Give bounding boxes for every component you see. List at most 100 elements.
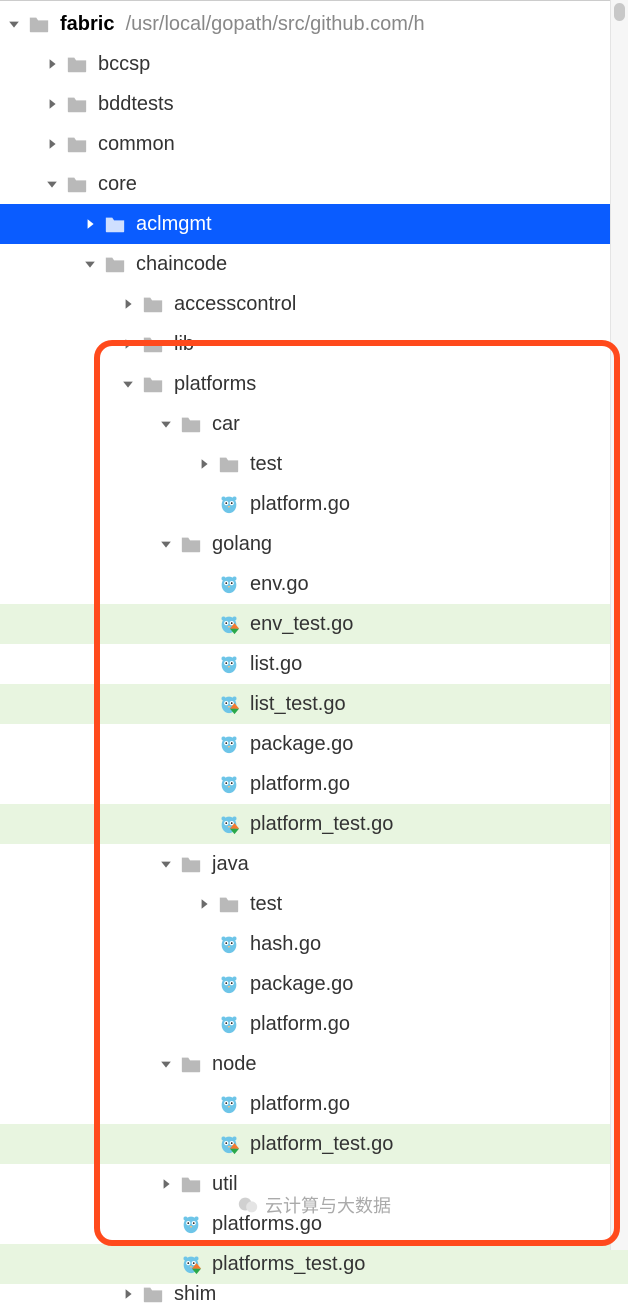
tree-item-label: list_test.go bbox=[250, 693, 346, 716]
tree-item-label: platforms bbox=[174, 373, 256, 396]
tree-item-label: lib bbox=[174, 333, 194, 356]
tree-row[interactable]: test bbox=[0, 884, 628, 924]
chevron-right-icon[interactable] bbox=[120, 336, 136, 352]
tree-row[interactable]: platform.go bbox=[0, 764, 628, 804]
tree-row[interactable]: lib bbox=[0, 324, 628, 364]
tree-row[interactable]: chaincode bbox=[0, 244, 628, 284]
tree-row[interactable]: package.go bbox=[0, 724, 628, 764]
chevron-right-icon[interactable] bbox=[196, 896, 212, 912]
folder-icon bbox=[104, 253, 126, 275]
chevron-down-icon[interactable] bbox=[6, 16, 22, 32]
tree-item-label: bccsp bbox=[98, 53, 150, 76]
chevron-down-icon[interactable] bbox=[158, 416, 174, 432]
tree-row[interactable]: platforms bbox=[0, 364, 628, 404]
tree-item-label: accesscontrol bbox=[174, 293, 296, 316]
go-file-icon bbox=[218, 493, 240, 515]
go-test-file-icon bbox=[180, 1253, 202, 1275]
tree-item-label: package.go bbox=[250, 733, 353, 756]
folder-icon bbox=[180, 413, 202, 435]
go-file-icon bbox=[218, 1093, 240, 1115]
root-path: /usr/local/gopath/src/github.com/h bbox=[126, 13, 425, 36]
tree-item-label: hash.go bbox=[250, 933, 321, 956]
tree-item-label: env.go bbox=[250, 573, 309, 596]
go-file-icon bbox=[218, 1013, 240, 1035]
chevron-right-icon[interactable] bbox=[196, 456, 212, 472]
tree-row[interactable]: common bbox=[0, 124, 628, 164]
tree-row[interactable]: package.go bbox=[0, 964, 628, 1004]
chevron-right-icon[interactable] bbox=[44, 56, 60, 72]
tree-item-label: package.go bbox=[250, 973, 353, 996]
folder-icon bbox=[218, 893, 240, 915]
tree-item-label: platform.go bbox=[250, 1013, 350, 1036]
go-file-icon bbox=[218, 573, 240, 595]
chevron-right-icon[interactable] bbox=[120, 1286, 136, 1302]
tree-item-label: platform.go bbox=[250, 773, 350, 796]
tree-item-label: platform_test.go bbox=[250, 813, 393, 836]
tree-item-label: common bbox=[98, 133, 175, 156]
tree-row[interactable]: fabric /usr/local/gopath/src/github.com/… bbox=[0, 4, 628, 44]
tree-item-label: shim bbox=[174, 1283, 216, 1306]
chevron-down-icon[interactable] bbox=[158, 1056, 174, 1072]
go-file-icon bbox=[218, 773, 240, 795]
folder-icon bbox=[66, 53, 88, 75]
tree-item-label: java bbox=[212, 853, 249, 876]
tree-row[interactable]: hash.go bbox=[0, 924, 628, 964]
tree-row[interactable]: platforms_test.go bbox=[0, 1244, 628, 1284]
folder-icon bbox=[28, 13, 50, 35]
tree-item-label: core bbox=[98, 173, 137, 196]
folder-icon bbox=[180, 1053, 202, 1075]
vertical-scrollbar[interactable] bbox=[610, 0, 628, 1250]
tree-item-label: test bbox=[250, 453, 282, 476]
go-test-file-icon bbox=[218, 613, 240, 635]
tree-row[interactable]: platform.go bbox=[0, 1004, 628, 1044]
tree-row[interactable]: core bbox=[0, 164, 628, 204]
tree-row[interactable]: node bbox=[0, 1044, 628, 1084]
tree-row[interactable]: test bbox=[0, 444, 628, 484]
go-test-file-icon bbox=[218, 1133, 240, 1155]
chevron-right-icon[interactable] bbox=[44, 136, 60, 152]
chevron-down-icon[interactable] bbox=[120, 376, 136, 392]
tree-row[interactable]: bddtests bbox=[0, 84, 628, 124]
tree-item-label: car bbox=[212, 413, 240, 436]
chevron-right-icon[interactable] bbox=[158, 1176, 174, 1192]
go-file-icon bbox=[218, 933, 240, 955]
tree-item-label: fabric bbox=[60, 13, 114, 36]
tree-row[interactable]: env.go bbox=[0, 564, 628, 604]
tree-row[interactable]: platform.go bbox=[0, 484, 628, 524]
tree-row[interactable]: platform.go bbox=[0, 1084, 628, 1124]
go-file-icon bbox=[218, 653, 240, 675]
tree-item-label: platforms_test.go bbox=[212, 1253, 365, 1276]
go-test-file-icon bbox=[218, 813, 240, 835]
chevron-right-icon[interactable] bbox=[82, 216, 98, 232]
chevron-right-icon[interactable] bbox=[120, 296, 136, 312]
tree-row[interactable]: list_test.go bbox=[0, 684, 628, 724]
tree-item-label: platform_test.go bbox=[250, 1133, 393, 1156]
tree-row[interactable]: accesscontrol bbox=[0, 284, 628, 324]
tree-item-label: chaincode bbox=[136, 253, 227, 276]
tree-row[interactable]: golang bbox=[0, 524, 628, 564]
tree-row[interactable]: platform_test.go bbox=[0, 804, 628, 844]
watermark-text: 云计算与大数据 bbox=[265, 1192, 391, 1218]
tree-row[interactable]: aclmgmt bbox=[0, 204, 628, 244]
chevron-right-icon[interactable] bbox=[44, 96, 60, 112]
chevron-down-icon[interactable] bbox=[82, 256, 98, 272]
tree-row[interactable]: car bbox=[0, 404, 628, 444]
tree-item-label: platform.go bbox=[250, 493, 350, 516]
folder-icon bbox=[66, 133, 88, 155]
tree-row[interactable]: platform_test.go bbox=[0, 1124, 628, 1164]
tree-row[interactable]: bccsp bbox=[0, 44, 628, 84]
chevron-down-icon[interactable] bbox=[158, 536, 174, 552]
tree-row[interactable]: env_test.go bbox=[0, 604, 628, 644]
tree-row[interactable]: shim bbox=[0, 1284, 628, 1304]
scrollbar-thumb[interactable] bbox=[614, 3, 625, 21]
tree-row[interactable]: java bbox=[0, 844, 628, 884]
folder-icon bbox=[66, 173, 88, 195]
chevron-down-icon[interactable] bbox=[44, 176, 60, 192]
go-test-file-icon bbox=[218, 693, 240, 715]
tree-item-label: platform.go bbox=[250, 1093, 350, 1116]
chevron-down-icon[interactable] bbox=[158, 856, 174, 872]
tree-row[interactable]: list.go bbox=[0, 644, 628, 684]
folder-icon bbox=[180, 853, 202, 875]
tree-item-label: node bbox=[212, 1053, 257, 1076]
folder-icon bbox=[142, 333, 164, 355]
